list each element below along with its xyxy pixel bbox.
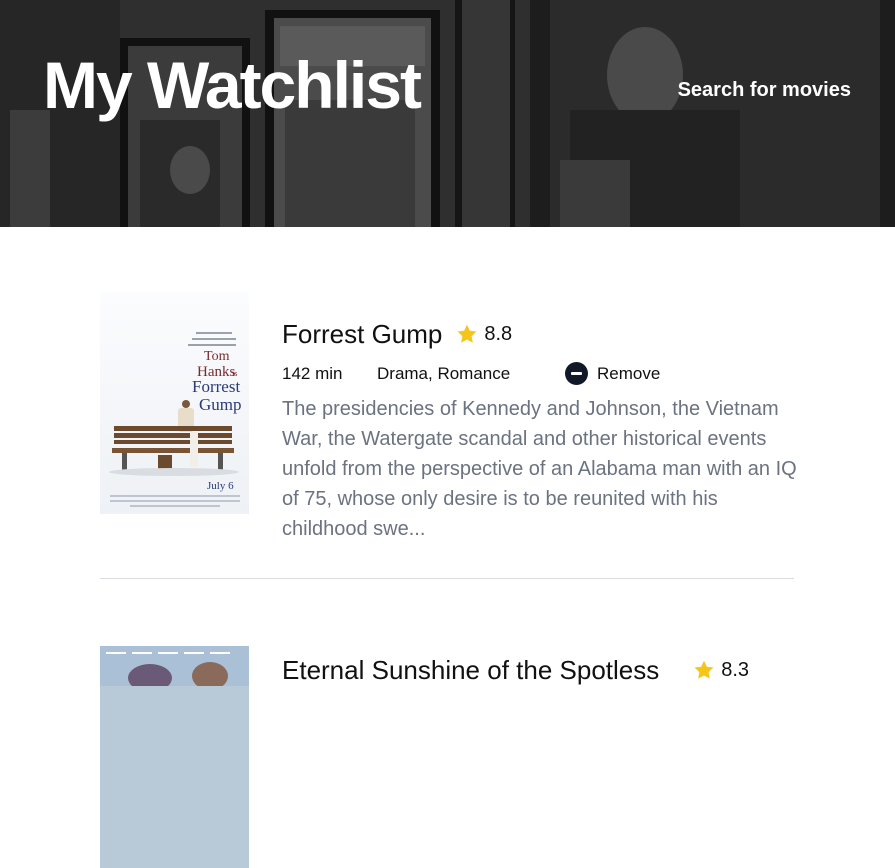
- movie-overview: The presidencies of Kennedy and Johnson,…: [282, 398, 797, 540]
- divider: [100, 578, 794, 579]
- poster-release-date: July 6: [207, 480, 234, 492]
- movie-runtime: 142 min: [282, 363, 343, 383]
- watchlist-header: My Watchlist Search for movies: [0, 0, 895, 227]
- movie-title[interactable]: Forrest Gump: [282, 319, 442, 350]
- movie-title-row: Eternal Sunshine of the Spotless 8.3: [282, 654, 749, 686]
- movie-rating: 8.3: [721, 658, 750, 681]
- movie-rating: 8.8: [484, 322, 513, 345]
- poster-text-tom: Tom: [204, 349, 230, 364]
- movie-poster[interactable]: [100, 646, 249, 868]
- movie-title-row: Forrest Gump 8.8: [282, 318, 512, 350]
- remove-button[interactable]: Remove: [565, 362, 660, 385]
- movie-meta: 142 min Drama, Romance Remove: [282, 362, 660, 385]
- remove-icon[interactable]: [565, 362, 588, 385]
- page-title: My Watchlist: [43, 48, 422, 122]
- search-for-movies-link[interactable]: Search for movies: [678, 79, 851, 102]
- poster-illustration: Tom Hanks is Forrest Gump July 6: [100, 292, 249, 514]
- poster-text-gump: Gump: [199, 395, 242, 414]
- movie-poster[interactable]: Tom Hanks is Forrest Gump July 6: [100, 292, 249, 514]
- movie-title[interactable]: Eternal Sunshine of the Spotless: [282, 655, 659, 686]
- star-icon: [694, 660, 714, 679]
- poster-illustration: [100, 646, 249, 692]
- movie-genre: Drama, Romance: [377, 363, 511, 383]
- remove-label[interactable]: Remove: [597, 364, 660, 384]
- star-icon: [457, 324, 477, 343]
- poster-text-forrest: Forrest: [192, 377, 240, 396]
